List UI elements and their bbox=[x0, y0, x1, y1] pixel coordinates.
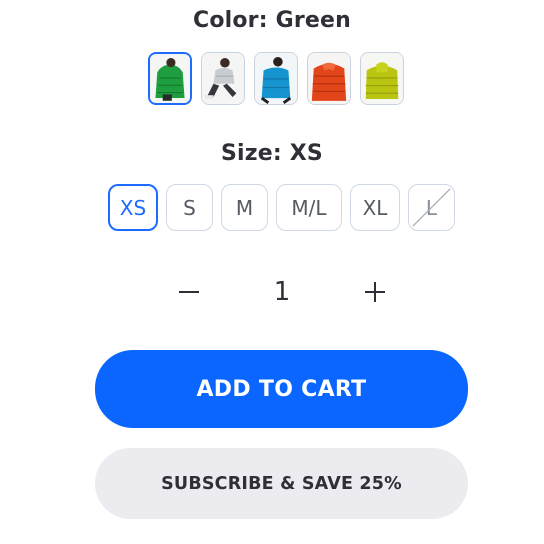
quantity-stepper: 1 bbox=[0, 268, 544, 316]
size-option-list: XS S M M/L XL L bbox=[108, 184, 455, 231]
product-options-panel: Color: Green Size: XS XS S M M/L XL L 1 … bbox=[0, 0, 544, 544]
size-option-label: M/L bbox=[291, 195, 327, 220]
size-option-label: XS bbox=[119, 195, 147, 220]
increment-button[interactable] bbox=[351, 268, 399, 316]
color-swatch-blue[interactable] bbox=[254, 52, 298, 105]
size-option-label: L bbox=[425, 195, 438, 220]
color-swatch-red[interactable] bbox=[307, 52, 351, 105]
size-option-xl[interactable]: XL bbox=[350, 184, 400, 231]
size-option-m-l[interactable]: M/L bbox=[276, 184, 342, 231]
subscribe-and-save-label: SUBSCRIBE & SAVE 25% bbox=[161, 473, 402, 494]
minus-icon bbox=[179, 291, 199, 293]
add-to-cart-label: ADD TO CART bbox=[196, 376, 367, 402]
green-puffer-jacket-thumbnail bbox=[150, 54, 190, 103]
size-option-label: S bbox=[183, 195, 196, 220]
size-heading: Size: XS bbox=[221, 141, 323, 166]
plus-icon bbox=[365, 282, 385, 302]
red-puffer-jacket-thumbnail bbox=[308, 53, 350, 104]
quantity-value[interactable]: 1 bbox=[250, 268, 314, 316]
decrement-button[interactable] bbox=[165, 268, 213, 316]
subscribe-and-save-button[interactable]: SUBSCRIBE & SAVE 25% bbox=[95, 448, 468, 519]
color-heading: Color: Green bbox=[192, 8, 352, 33]
size-option-s[interactable]: S bbox=[166, 184, 213, 231]
size-option-label: M bbox=[235, 195, 254, 220]
color-swatch-lime[interactable] bbox=[360, 52, 404, 105]
gray-puffer-jacket-thumbnail bbox=[202, 53, 244, 104]
color-swatch-list bbox=[148, 52, 404, 105]
blue-puffer-jacket-thumbnail bbox=[255, 53, 297, 104]
size-option-label: XL bbox=[362, 195, 388, 220]
size-option-m[interactable]: M bbox=[221, 184, 268, 231]
size-option-l-unavailable[interactable]: L bbox=[408, 184, 455, 231]
add-to-cart-button[interactable]: ADD TO CART bbox=[95, 350, 468, 428]
lime-puffer-jacket-thumbnail bbox=[361, 53, 403, 104]
color-swatch-green[interactable] bbox=[148, 52, 192, 105]
size-option-xs[interactable]: XS bbox=[108, 184, 158, 231]
color-swatch-gray[interactable] bbox=[201, 52, 245, 105]
